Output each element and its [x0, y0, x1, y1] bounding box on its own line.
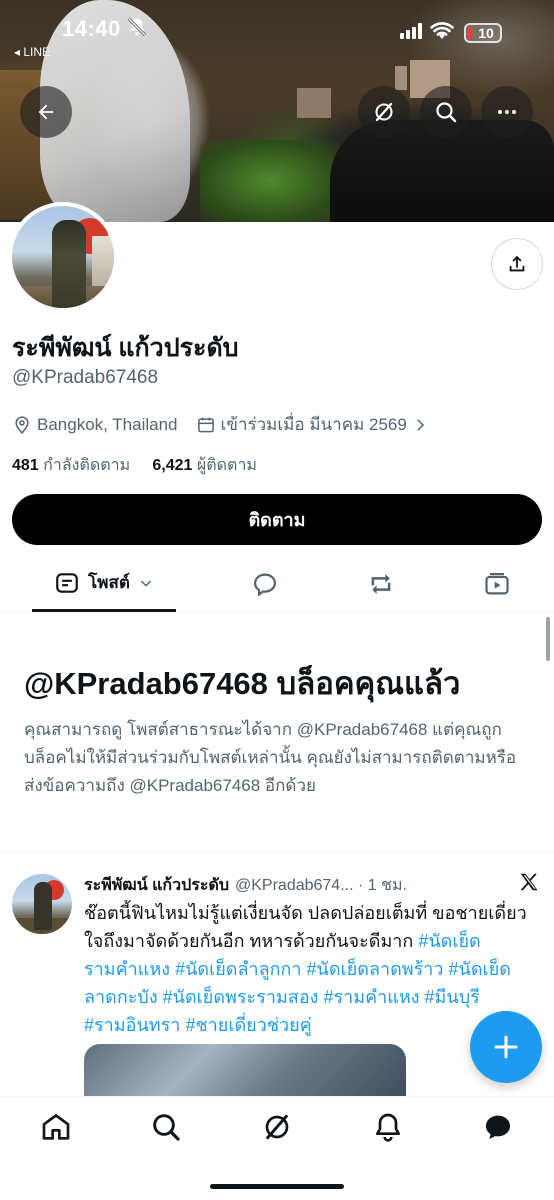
post-text: ช๊อตนี้ฟินไหมไม่รู้แต่เงี่ยนจัด ปลดปล่อย…: [84, 899, 532, 1039]
status-time: 14:40: [62, 16, 121, 41]
blocked-title: @KPradab67468 บล็อคคุณแล้ว: [24, 666, 461, 701]
hashtag[interactable]: #รามอินทรา: [84, 1015, 180, 1035]
search-icon: [436, 102, 457, 123]
search-button[interactable]: [420, 86, 472, 138]
calendar-icon: [197, 417, 214, 432]
hashtag[interactable]: #ชายเดี่ยวช่วยคู่: [185, 1015, 311, 1035]
post-author-name[interactable]: ระพีพัฒน์ แก้วประดับ: [84, 877, 229, 894]
back-button[interactable]: [20, 86, 72, 138]
following-label: กำลังติดตาม: [43, 457, 131, 474]
tab-reposts[interactable]: [352, 556, 410, 612]
bell-muted-icon: [127, 17, 147, 37]
wifi-icon: [430, 22, 454, 39]
profile-tabs: โพสต์: [0, 556, 554, 612]
grok-button[interactable]: [358, 86, 410, 138]
cellular-signal-icon: [400, 23, 422, 39]
hashtag[interactable]: #นัดเย็ดลำลูกกา: [175, 959, 301, 979]
search-icon[interactable]: [150, 1111, 182, 1143]
posts-icon: [56, 572, 78, 593]
share-button[interactable]: [491, 238, 543, 290]
home-icon[interactable]: [40, 1111, 72, 1143]
grok-icon: [375, 102, 393, 122]
tab-media[interactable]: [468, 556, 526, 612]
post-header: ระพีพัฒน์ แก้วประดับ @KPradab674... · 1 ช…: [84, 873, 407, 898]
chevron-right-icon[interactable]: [411, 416, 429, 434]
location-text: Bangkok, Thailand: [37, 414, 178, 434]
plus-icon: [494, 1035, 518, 1059]
chevron-down-icon: [140, 579, 152, 587]
divider: [0, 851, 554, 852]
battery-indicator: 10: [464, 23, 502, 43]
arrow-left-icon: [38, 104, 54, 120]
battery-level: 10: [478, 25, 494, 41]
joined-text: เข้าร่วมเมื่อ มีนาคม 2569: [220, 415, 407, 434]
share-icon: [509, 255, 525, 272]
scroll-indicator[interactable]: [546, 617, 550, 661]
profile-avatar[interactable]: [8, 202, 118, 312]
followers-link[interactable]: 6,421 ผู้ติดตาม: [152, 457, 257, 474]
following-link[interactable]: 481 กำลังติดตาม: [12, 457, 130, 474]
post-author-avatar[interactable]: [12, 874, 72, 934]
location-pin-icon: [15, 415, 29, 434]
repost-icon: [371, 574, 391, 594]
follow-button[interactable]: ติดตาม: [12, 494, 542, 545]
status-back-app[interactable]: ◂ LINE: [14, 45, 50, 59]
hashtag[interactable]: #มีนบุรี: [425, 987, 480, 1007]
compose-button[interactable]: [470, 1011, 542, 1083]
tab-posts-label: โพสต์: [88, 573, 130, 592]
grok-icon[interactable]: [261, 1111, 293, 1143]
bell-icon[interactable]: [372, 1111, 404, 1143]
display-name: ระพีพัฒน์ แก้วประดับ: [12, 334, 239, 362]
status-indicators: [400, 22, 454, 40]
blocked-description: คุณสามารถดู โพสต์สาธารณะได้จาก @KPradab6…: [24, 720, 517, 795]
followers-count: 6,421: [152, 457, 193, 474]
followers-label: ผู้ติดตาม: [196, 457, 257, 474]
post-author-handle[interactable]: @KPradab674...: [235, 877, 354, 894]
post-media-image[interactable]: [84, 1044, 406, 1096]
messages-icon[interactable]: [482, 1111, 514, 1143]
tab-replies[interactable]: [236, 556, 294, 612]
post-time: · 1 ชม.: [358, 877, 407, 894]
user-handle: @KPradab67468: [12, 367, 159, 388]
home-indicator: [210, 1184, 344, 1189]
more-icon: [498, 110, 516, 114]
x-logo-icon: [520, 873, 538, 891]
video-icon: [485, 572, 509, 595]
hashtag[interactable]: #รามคำแหง: [323, 987, 419, 1007]
reply-icon: [253, 573, 277, 597]
hashtag[interactable]: #นัดเย็ดพระรามสอง: [163, 987, 319, 1007]
profile-meta: Bangkok, Thailand เข้าร่วมเมื่อ มีนาคม 2…: [12, 411, 429, 438]
tab-posts[interactable]: โพสต์: [32, 556, 176, 612]
follow-stats: 481 กำลังติดตาม 6,421 ผู้ติดตาม: [12, 453, 257, 478]
hashtag[interactable]: #นัดเย็ดลาดพร้าว: [307, 959, 444, 979]
more-button[interactable]: [481, 86, 533, 138]
following-count: 481: [12, 457, 39, 474]
